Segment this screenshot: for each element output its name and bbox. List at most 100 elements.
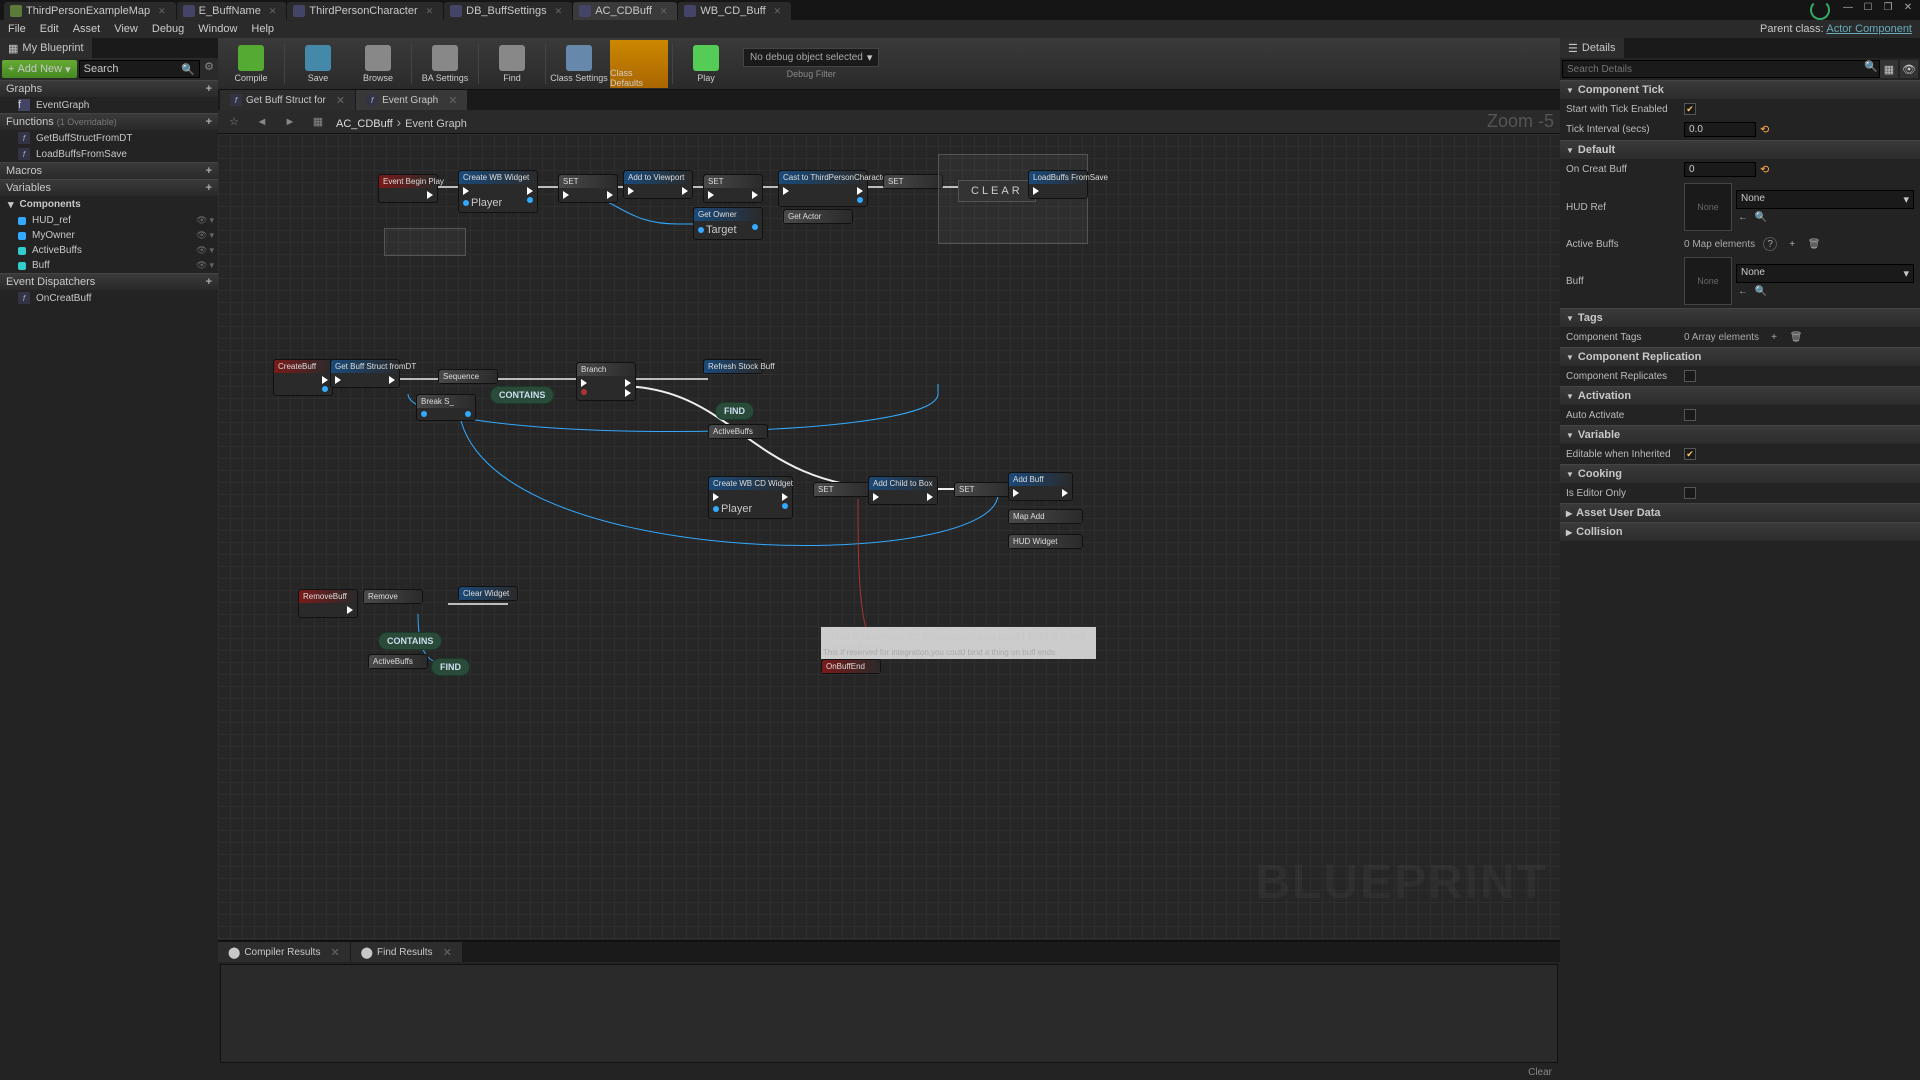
view-grid-button[interactable]: ▦: [1880, 60, 1898, 78]
close-icon[interactable]: ✕: [269, 6, 277, 17]
browse-icon[interactable]: 🔍: [1754, 211, 1768, 225]
bp-node-clearwidget[interactable]: Clear Widget: [458, 586, 518, 601]
toolbar-ba-settings-button[interactable]: BA Settings: [416, 40, 474, 88]
bp-node-set2[interactable]: SET: [703, 174, 763, 203]
bp-node-cast[interactable]: Cast to ThirdPersonCharacter: [778, 170, 868, 207]
bp-node-refresh[interactable]: Refresh Stock Buff: [703, 359, 763, 374]
category-collision[interactable]: ▶Collision: [1560, 522, 1920, 541]
category-activation[interactable]: ▼Activation: [1560, 386, 1920, 405]
bp-node-active[interactable]: ActiveBuffs: [708, 424, 768, 439]
item-getbuffstructfromdt[interactable]: fGetBuffStructFromDT: [0, 130, 218, 146]
browse-icon[interactable]: 🔍: [1754, 285, 1768, 299]
settings-gear-icon[interactable]: ⚙: [202, 60, 216, 78]
bp-node-contains2[interactable]: CONTAINS: [378, 632, 442, 650]
bp-node-clear[interactable]: CLEAR: [958, 180, 1036, 202]
close-icon[interactable]: ✕: [448, 94, 457, 107]
bp-node-set1[interactable]: SET: [558, 174, 618, 203]
category-component-replication[interactable]: ▼Component Replication: [1560, 347, 1920, 366]
add-element-icon[interactable]: +: [1767, 330, 1781, 344]
bp-node-add[interactable]: Add Buff: [1008, 472, 1073, 501]
maximize-button[interactable]: ☐: [1860, 0, 1876, 14]
toolbar-save-button[interactable]: Save: [289, 40, 347, 88]
bp-node-find2[interactable]: FIND: [431, 658, 470, 676]
category-tags[interactable]: ▼Tags: [1560, 308, 1920, 327]
eye-icon[interactable]: 👁: [196, 245, 207, 256]
bp-node-event-end[interactable]: OnBuffEnd: [821, 659, 881, 674]
revert-icon[interactable]: ⟲: [1760, 123, 1769, 136]
toolbar-find-button[interactable]: Find: [483, 40, 541, 88]
bp-node-remove[interactable]: Remove: [363, 589, 423, 604]
variable-myowner[interactable]: MyOwner👁▾: [0, 228, 218, 243]
home-icon[interactable]: ▦: [308, 112, 328, 132]
toolbar-class-settings-button[interactable]: Class Settings: [550, 40, 608, 88]
bp-node-break[interactable]: Break S_: [416, 394, 476, 421]
category-cooking[interactable]: ▼Cooking: [1560, 464, 1920, 483]
close-icon[interactable]: ✕: [336, 94, 345, 107]
toolbar-browse-button[interactable]: Browse: [349, 40, 407, 88]
bp-node-active2[interactable]: ActiveBuffs: [368, 654, 428, 669]
item-loadbuffsfromsave[interactable]: fLoadBuffsFromSave: [0, 146, 218, 162]
bp-node-loadbuffs[interactable]: LoadBuffs FromSave: [1028, 170, 1088, 199]
bp-node-event-beginplay[interactable]: Event Begin Play: [378, 174, 438, 203]
category-variable[interactable]: ▼Variable: [1560, 425, 1920, 444]
bp-node-addchild[interactable]: Add Child to Box: [868, 476, 938, 505]
number-input[interactable]: 0.0: [1684, 122, 1756, 137]
category-asset-user-data[interactable]: ▶Asset User Data: [1560, 503, 1920, 522]
menu-view[interactable]: View: [114, 23, 138, 35]
nav-forward-button[interactable]: ►: [280, 112, 300, 132]
help-icon[interactable]: ?: [1763, 237, 1777, 251]
view-eye-button[interactable]: 👁: [1900, 60, 1918, 78]
bp-node-find[interactable]: FIND: [715, 402, 754, 420]
close-icon[interactable]: ✕: [426, 6, 434, 17]
plus-icon[interactable]: +: [206, 182, 212, 194]
results-clear-button[interactable]: Clear: [218, 1065, 1560, 1080]
menu-file[interactable]: File: [8, 23, 26, 35]
asset-combo[interactable]: None▾: [1736, 190, 1914, 209]
favorite-star-icon[interactable]: ☆: [224, 112, 244, 132]
bp-node-extra2[interactable]: HUD Widget: [1008, 534, 1083, 549]
checkbox[interactable]: [1684, 409, 1696, 421]
myblueprint-search-input[interactable]: Search 🔍: [79, 60, 200, 78]
bp-node-create-widget[interactable]: Create WB WidgetPlayer: [458, 170, 538, 213]
checkbox[interactable]: ✔: [1684, 103, 1696, 115]
close-icon[interactable]: ✕: [555, 6, 563, 17]
bp-node-set4[interactable]: SET: [813, 482, 873, 497]
details-tab[interactable]: ☰ Details: [1560, 38, 1624, 58]
eye-icon[interactable]: 👁: [196, 230, 207, 241]
top-tab-db_buffsettings[interactable]: DB_BuffSettings✕: [444, 2, 572, 20]
item-eventgraph[interactable]: fEventGraph: [0, 97, 218, 113]
var-category[interactable]: ▾Components: [0, 196, 218, 213]
plus-icon[interactable]: +: [206, 165, 212, 177]
bp-node-event-createbuff[interactable]: CreateBuff: [273, 359, 333, 396]
parent-class-link[interactable]: Actor Component: [1826, 23, 1912, 35]
close-icon[interactable]: ✕: [158, 6, 166, 17]
close-icon[interactable]: ✕: [660, 6, 668, 17]
bp-node-branch[interactable]: Branch: [576, 362, 636, 401]
section-variables[interactable]: Variables+: [0, 179, 218, 196]
bp-node-event-removebuff[interactable]: RemoveBuff: [298, 589, 358, 618]
add-new-button[interactable]: + Add New ▾: [2, 60, 77, 78]
revert-icon[interactable]: ⟲: [1760, 163, 1769, 176]
close-icon[interactable]: ✕: [774, 6, 782, 17]
bp-node-getstruct[interactable]: Get Buff Struct fromDT: [330, 359, 400, 388]
bp-node-seq[interactable]: Sequence: [438, 369, 498, 384]
checkbox[interactable]: [1684, 487, 1696, 499]
top-tab-thirdpersoncharacter[interactable]: ThirdPersonCharacter✕: [287, 2, 443, 20]
variable-activebuffs[interactable]: ActiveBuffs👁▾: [0, 243, 218, 258]
variable-hud_ref[interactable]: HUD_ref👁▾: [0, 213, 218, 228]
maximize2-button[interactable]: ❐: [1880, 0, 1896, 14]
bp-node-ref1[interactable]: Get Actor: [783, 209, 853, 224]
my-blueprint-tab[interactable]: ▦ My Blueprint: [0, 38, 92, 58]
variable-buff[interactable]: Buff👁▾: [0, 258, 218, 273]
eye-icon[interactable]: 👁: [196, 260, 207, 271]
close-icon[interactable]: ✕: [330, 946, 339, 959]
graph-tab-get-buff-struct-for[interactable]: fGet Buff Struct for✕: [220, 90, 355, 110]
asset-combo[interactable]: None▾: [1736, 264, 1914, 283]
top-tab-thirdpersonexamplemap[interactable]: ThirdPersonExampleMap✕: [4, 2, 176, 20]
toolbar-class-defaults-button[interactable]: Class Defaults: [610, 40, 668, 88]
top-tab-e_buffname[interactable]: E_BuffName✕: [177, 2, 287, 20]
toolbar-play-button[interactable]: Play: [677, 40, 735, 88]
close-icon[interactable]: ✕: [443, 946, 452, 959]
section-functions[interactable]: Functions (1 Overridable)+: [0, 113, 218, 130]
section-macros[interactable]: Macros+: [0, 162, 218, 179]
